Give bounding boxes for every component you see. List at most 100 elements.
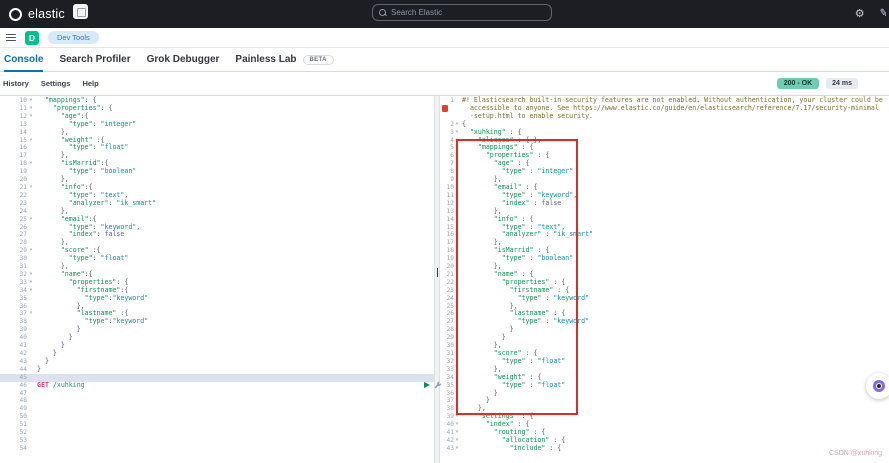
breadcrumb[interactable]: Dev Tools [48, 31, 99, 44]
code-text: "type" : "integer" [462, 167, 574, 176]
request-editor[interactable]: 10 ▼ "mappings": {11 ▼ "properties": {12 ▼ … [0, 96, 434, 463]
code-text: } [37, 364, 41, 373]
code-text: "type" : "boolean" [462, 254, 574, 263]
tab-console[interactable]: Console [4, 48, 44, 72]
fold-toggle-icon[interactable]: ▼ [27, 279, 35, 287]
line-number: 35 [19, 294, 27, 302]
code-text: "type": "integer" [37, 119, 137, 128]
tab-search-profiler[interactable]: Search Profiler [59, 48, 130, 72]
brand-name: elastic [28, 7, 65, 21]
tab-grok-debugger[interactable]: Grok Debugger [147, 48, 220, 72]
tab-label: Grok Debugger [146, 54, 220, 65]
line-number: 6 [450, 152, 454, 160]
code-text: "type" : "keyword" [462, 317, 590, 326]
fold-toggle-icon[interactable]: ▼ [27, 287, 35, 295]
fold-gutter [27, 239, 35, 247]
warning-marker-icon [441, 105, 448, 112]
request-line[interactable]: 52 [0, 429, 434, 437]
request-line[interactable]: 43 } [0, 357, 434, 366]
line-number: 34 [19, 286, 27, 294]
request-line[interactable]: 47 [0, 390, 434, 398]
fold-toggle-icon[interactable]: ▼ [27, 105, 35, 113]
fold-toggle-icon[interactable]: ▼ [27, 160, 35, 168]
toolbar-item-settings[interactable]: Settings [41, 79, 71, 88]
line-number: 28 [446, 326, 454, 334]
fold-toggle-icon[interactable]: ▼ [27, 247, 35, 255]
code-text: }, [37, 262, 69, 271]
global-search-box[interactable] [372, 4, 552, 21]
request-line[interactable]: 50 [0, 413, 434, 421]
line-number: 10 [19, 97, 27, 104]
toolbar-item-help[interactable]: Help [82, 79, 98, 88]
tab-label: Console [4, 54, 44, 65]
request-line[interactable]: 49 [0, 405, 434, 413]
line-number: 49 [19, 405, 27, 413]
request-line[interactable]: 42 } [0, 349, 434, 358]
code-text: } [462, 396, 490, 405]
line-number: 54 [19, 444, 27, 452]
line-number: 22 [19, 191, 27, 199]
send-request-button[interactable] [424, 382, 430, 388]
line-number: 37 [446, 397, 454, 405]
response-warning-line[interactable]: -setup.html to enable security. [440, 112, 889, 121]
line-number: 33 [19, 278, 27, 286]
line-number: 5 [450, 144, 454, 152]
gear-icon[interactable]: ⚙ [855, 8, 865, 20]
fold-toggle-icon[interactable]: ▼ [27, 137, 35, 145]
request-line[interactable]: 51 [0, 421, 434, 429]
response-line[interactable]: 12 "index" : false [440, 198, 889, 208]
response-time-badge: 24 ms [826, 78, 858, 89]
line-number: 16 [19, 144, 27, 152]
line-number: 11 [446, 191, 454, 199]
code-text: "type":"keyword" [37, 293, 149, 302]
response-line[interactable]: 32 "type" : "float" [440, 357, 889, 366]
tab-painless-lab[interactable]: Painless Lab BETA [235, 48, 334, 72]
request-line[interactable]: 46 GET /xuhking [0, 381, 434, 390]
line-number: 42 [446, 436, 454, 444]
request-line[interactable]: 44} [0, 364, 434, 374]
response-line[interactable]: 43 ▼ "include" : { [440, 444, 889, 453]
elastic-logo[interactable]: elastic [9, 7, 65, 21]
code-text: "type":"keyword" [37, 317, 149, 326]
request-options-wrench-icon[interactable] [434, 381, 442, 389]
line-number: 48 [19, 397, 27, 405]
toolbar-item-history[interactable]: History [3, 79, 29, 88]
response-line[interactable]: 35 "type" : "float" [440, 381, 889, 390]
line-number: 33 [446, 365, 454, 373]
line-number: 12 [19, 112, 27, 120]
fold-toggle-icon[interactable]: ▼ [27, 184, 35, 192]
response-viewer[interactable]: 1 #! Elasticsearch built-in security feat… [440, 96, 889, 463]
request-line[interactable]: 40 } [0, 333, 434, 342]
assistant-fab-button[interactable] [866, 373, 889, 399]
tab-label: Search Profiler [59, 54, 131, 65]
menu-icon[interactable] [6, 33, 16, 42]
response-line[interactable]: 37 } [440, 396, 889, 405]
response-line[interactable]: 8 "type" : "integer" [440, 167, 889, 176]
response-line[interactable]: 28 } [440, 325, 889, 334]
fold-toggle-icon[interactable]: ▼ [27, 216, 35, 224]
response-line[interactable]: 29 } [440, 333, 889, 342]
line-number: 30 [446, 342, 454, 350]
fold-toggle-icon[interactable]: ▼ [27, 97, 35, 105]
response-line[interactable]: 19 "type" : "boolean" [440, 254, 889, 263]
space-avatar[interactable]: D [25, 30, 39, 45]
request-line[interactable]: 41 } [0, 341, 434, 350]
fold-gutter [27, 382, 35, 390]
line-number: 13 [19, 120, 27, 128]
response-line[interactable]: 36 } [440, 389, 889, 398]
search-input[interactable] [391, 8, 545, 17]
fold-toggle-icon[interactable]: ▼ [27, 113, 35, 121]
line-number: 23 [446, 286, 454, 294]
code-text: "index" : false [462, 198, 562, 207]
response-line[interactable]: 16 "analyzer" : "ik_smart" [440, 230, 889, 239]
fold-toggle-icon[interactable]: ▼ [27, 271, 35, 279]
fold-gutter [27, 413, 35, 421]
request-line[interactable]: 54 [0, 445, 434, 453]
fold-gutter [27, 303, 35, 311]
line-number: 51 [19, 421, 27, 429]
request-line[interactable]: 48 [0, 397, 434, 405]
fold-toggle-icon[interactable]: ▼ [27, 310, 35, 318]
pencil-icon[interactable]: ✎ [878, 7, 888, 19]
request-line[interactable]: 53 [0, 437, 434, 445]
